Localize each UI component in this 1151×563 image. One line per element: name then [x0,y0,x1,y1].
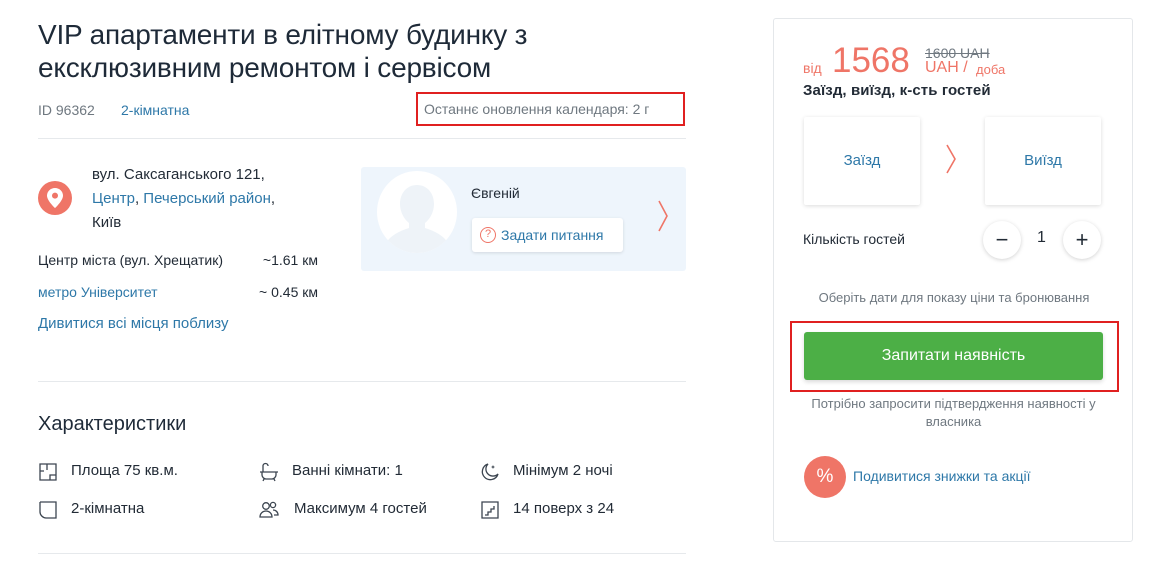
moon-icon [481,463,499,481]
question-icon: ? [480,227,496,243]
metro-link[interactable]: метро Університет [38,284,158,300]
divider [38,138,686,139]
guests-icon [259,501,279,518]
location-pin-icon [38,181,72,215]
feature-text: Максимум 4 гостей [294,500,427,517]
distance-value: ~1.61 км [262,252,318,268]
bathtub-icon [260,462,278,482]
feature-item: Максимум 4 гостей [259,498,459,520]
feature-item: Площа 75 кв.м. [38,460,238,482]
discounts-link[interactable]: Подивитися знижки та акції [853,468,1031,484]
address-city: Київ [92,214,122,231]
divider [38,553,686,554]
guests-decrement-button[interactable]: − [983,221,1021,259]
rooms-icon [39,501,57,519]
checkin-field[interactable]: Заїзд [804,117,920,205]
percent-icon: % [804,456,846,498]
booking-panel: від 1568 1600 UAH UAH / доба Заїзд, виїз… [773,18,1133,542]
ask-question-button[interactable]: ? Задати питання [472,218,623,252]
listing-id: ID 96362 [38,102,95,118]
price-from-label: від [803,60,822,76]
host-card[interactable]: Євгеній ? Задати питання [361,167,686,271]
distance-label: Центр міста (вул. Хрещатик) [38,252,223,268]
avatar [377,171,457,253]
request-availability-button[interactable]: Запитати наявність [804,332,1103,380]
price-per-night: доба [976,62,1006,77]
divider [38,381,686,382]
rooms-link[interactable]: 2-кімнатна [121,99,189,121]
distance-value: ~ 0.45 км [259,284,318,300]
guests-count: 1 [1037,229,1046,246]
address-separator: , [270,190,276,207]
listing-meta: ID 96362 2-кімнатна Останнє оновлення ка… [38,92,686,126]
feature-item: Мінімум 2 ночі [480,460,680,482]
price-value: 1568 [832,41,910,80]
feature-item: 14 поверх з 24 [480,498,680,520]
date-hint: Оберіть дати для показу ціни та бронюван… [818,290,1090,305]
guests-increment-button[interactable]: + [1063,221,1101,259]
nearby-places-link[interactable]: Дивитися всі місця поблизу [38,315,228,332]
area-icon [39,463,57,481]
distance-row: метро Університет ~ 0.45 км [38,282,328,302]
address: вул. Саксаганського 121, Центр, Печерськ… [92,163,275,235]
address-street: вул. Саксаганського 121, [92,166,265,183]
page-title: VIP апартаменти в елітному будинку з екс… [38,19,528,83]
request-note: Потрібно запросити підтвердження наявнос… [811,396,1096,429]
feature-item: 2-кімнатна [38,498,238,520]
dates-label: Заїзд, виїзд, к-сть гостей [803,82,991,99]
feature-text: Мінімум 2 ночі [513,462,613,479]
feature-text: 14 поверх з 24 [513,500,615,517]
checkout-field[interactable]: Виїзд [985,117,1101,205]
area-link[interactable]: Печерський район [143,190,271,207]
chevron-right-icon[interactable] [657,200,669,232]
chevron-right-icon [946,144,956,174]
guests-label: Кількість гостей [803,231,906,247]
host-name: Євгеній [471,185,520,201]
distance-row: Центр міста (вул. Хрещатик) ~1.61 км [38,250,328,270]
section-title-features: Характеристики [38,413,187,435]
ask-question-label: Задати питання [501,227,604,243]
district-link[interactable]: Центр [92,190,135,207]
feature-text: Ванні кімнати: 1 [292,462,403,479]
stairs-icon [481,501,499,519]
feature-text: 2-кімнатна [71,500,145,517]
feature-text: Площа 75 кв.м. [71,462,178,479]
price-currency: UAH / [925,59,968,76]
calendar-updated-label: Останнє оновлення календаря: 2 г [416,92,685,126]
feature-item: Ванні кімнати: 1 [259,460,459,482]
